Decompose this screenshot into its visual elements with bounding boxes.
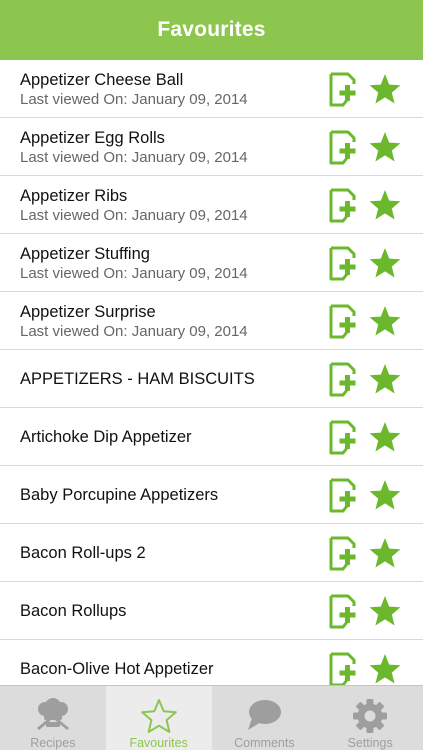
list-item-text: Bacon-Olive Hot Appetizer bbox=[20, 640, 214, 685]
add-note-icon[interactable] bbox=[328, 188, 362, 224]
row-actions bbox=[328, 362, 403, 398]
row-actions bbox=[328, 246, 403, 282]
row-actions bbox=[328, 478, 403, 514]
star-icon[interactable] bbox=[368, 479, 402, 513]
list-item[interactable]: Bacon-Olive Hot Appetizer bbox=[0, 640, 423, 685]
row-actions bbox=[328, 594, 403, 630]
star-icon[interactable] bbox=[368, 653, 402, 685]
star-icon[interactable] bbox=[368, 189, 402, 223]
row-actions bbox=[328, 536, 403, 572]
recipe-title: Bacon Roll-ups 2 bbox=[20, 544, 146, 562]
tab-favourites[interactable]: Favourites bbox=[105, 686, 212, 750]
add-note-icon[interactable] bbox=[328, 536, 362, 572]
list-item[interactable]: APPETIZERS - HAM BISCUITS bbox=[0, 350, 423, 408]
gear-icon bbox=[353, 699, 388, 733]
add-note-icon[interactable] bbox=[328, 362, 362, 398]
list-item-text: Appetizer Surprise Last viewed On: Januar… bbox=[20, 292, 248, 350]
add-note-icon[interactable] bbox=[328, 72, 362, 108]
star-icon[interactable] bbox=[368, 537, 402, 571]
list-item-text: Appetizer Ribs Last viewed On: January 09… bbox=[20, 176, 248, 234]
list-item-text: Appetizer Egg Rolls Last viewed On: Janua… bbox=[20, 118, 248, 176]
row-actions bbox=[328, 72, 403, 108]
add-note-icon[interactable] bbox=[328, 304, 362, 340]
star-icon[interactable] bbox=[368, 421, 402, 455]
list-item-text: APPETIZERS - HAM BISCUITS bbox=[20, 350, 255, 408]
tab-bar: Recipes Favourites Comments Settings bbox=[0, 685, 423, 750]
last-viewed-date: Last viewed On: January 09, 2014 bbox=[20, 322, 248, 340]
list-item[interactable]: Bacon Roll-ups 2 bbox=[0, 524, 423, 582]
last-viewed-date: Last viewed On: January 09, 2014 bbox=[20, 206, 248, 224]
add-note-icon[interactable] bbox=[328, 478, 362, 514]
recipe-title: Artichoke Dip Appetizer bbox=[20, 428, 192, 446]
tab-label: Comments bbox=[234, 736, 295, 750]
list-item[interactable]: Appetizer Stuffing Last viewed On: Januar… bbox=[0, 234, 423, 292]
tab-recipes[interactable]: Recipes bbox=[0, 686, 106, 750]
speech-bubble-icon bbox=[248, 700, 282, 730]
recipe-title: Appetizer Egg Rolls bbox=[20, 128, 165, 147]
list-item-text: Bacon Rollups bbox=[20, 582, 126, 640]
nav-bar: Favourites bbox=[0, 0, 423, 60]
tab-comments[interactable]: Comments bbox=[212, 686, 318, 750]
list-item-text: Appetizer Cheese Ball Last viewed On: Jan… bbox=[20, 60, 248, 118]
list-item-text: Artichoke Dip Appetizer bbox=[20, 408, 192, 466]
recipe-title: Bacon-Olive Hot Appetizer bbox=[20, 660, 214, 678]
recipe-title: Appetizer Ribs bbox=[20, 186, 128, 205]
star-icon[interactable] bbox=[368, 363, 402, 397]
star-icon[interactable] bbox=[368, 73, 402, 107]
recipe-title: Appetizer Stuffing bbox=[20, 244, 150, 263]
tab-settings[interactable]: Settings bbox=[317, 686, 423, 750]
last-viewed-date: Last viewed On: January 09, 2014 bbox=[20, 148, 248, 166]
row-actions bbox=[328, 188, 403, 224]
star-icon[interactable] bbox=[368, 247, 402, 281]
tab-label: Settings bbox=[347, 736, 393, 750]
favourites-list[interactable]: Appetizer Cheese Ball Last viewed On: Jan… bbox=[0, 60, 423, 685]
recipe-title: Baby Porcupine Appetizers bbox=[20, 486, 219, 504]
tab-label: Recipes bbox=[30, 736, 76, 750]
star-icon[interactable] bbox=[368, 595, 402, 629]
list-item[interactable]: Appetizer Cheese Ball Last viewed On: Jan… bbox=[0, 60, 423, 118]
recipe-title: Appetizer Cheese Ball bbox=[20, 70, 184, 89]
list-item[interactable]: Bacon Rollups bbox=[0, 582, 423, 640]
list-item[interactable]: Baby Porcupine Appetizers bbox=[0, 466, 423, 524]
list-item-text: Baby Porcupine Appetizers bbox=[20, 466, 218, 524]
add-note-icon[interactable] bbox=[328, 594, 362, 630]
add-note-icon[interactable] bbox=[328, 420, 362, 456]
row-actions bbox=[328, 130, 403, 166]
row-actions bbox=[328, 304, 403, 340]
star-outline-icon bbox=[140, 699, 177, 733]
list-item-text: Appetizer Stuffing Last viewed On: Januar… bbox=[20, 234, 248, 292]
add-note-icon[interactable] bbox=[328, 652, 362, 685]
list-item-text: Bacon Roll-ups 2 bbox=[20, 524, 146, 582]
recipe-title: Appetizer Surprise bbox=[20, 302, 156, 321]
row-actions bbox=[328, 420, 403, 456]
list-item[interactable]: Appetizer Ribs Last viewed On: January 09… bbox=[0, 176, 423, 234]
add-note-icon[interactable] bbox=[328, 130, 362, 166]
recipe-title: Bacon Rollups bbox=[20, 602, 127, 620]
chef-hat-icon bbox=[36, 698, 69, 730]
list-item[interactable]: Artichoke Dip Appetizer bbox=[0, 408, 423, 466]
page-title: Favourites bbox=[157, 18, 266, 41]
last-viewed-date: Last viewed On: January 09, 2014 bbox=[20, 264, 248, 282]
list-item[interactable]: Appetizer Surprise Last viewed On: Januar… bbox=[0, 292, 423, 350]
recipe-title: APPETIZERS - HAM BISCUITS bbox=[20, 370, 255, 388]
star-icon[interactable] bbox=[368, 305, 402, 339]
add-note-icon[interactable] bbox=[328, 246, 362, 282]
list-item[interactable]: Appetizer Egg Rolls Last viewed On: Janua… bbox=[0, 118, 423, 176]
star-icon[interactable] bbox=[368, 131, 402, 165]
last-viewed-date: Last viewed On: January 09, 2014 bbox=[20, 90, 248, 108]
row-actions bbox=[328, 652, 403, 685]
tab-label: Favourites bbox=[129, 736, 188, 750]
